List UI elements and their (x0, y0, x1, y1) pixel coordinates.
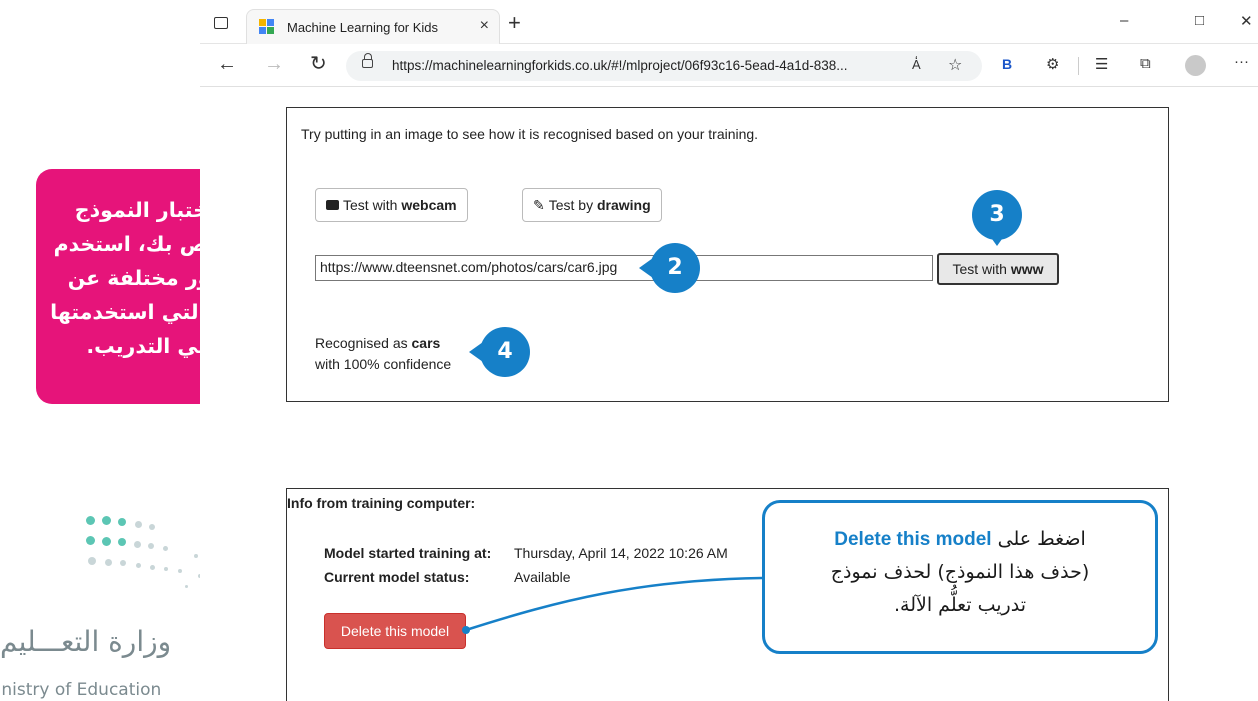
address-bar[interactable]: https://machinelearningforkids.co.uk/#!/… (346, 51, 982, 81)
logo-dot (133, 540, 141, 548)
logo-dot (118, 538, 126, 546)
result-label: cars (411, 335, 441, 351)
logo-dot (85, 515, 95, 525)
logo-dot (134, 520, 142, 528)
blue-callout-line-2: (حذف هذا النموذج) لحذف نموذج (830, 561, 1090, 583)
logo-dot (194, 554, 198, 558)
webcam-label-prefix: Test with (343, 197, 402, 213)
drawing-label-bold: drawing (596, 197, 651, 213)
blue-callout-line-3: تدريب تعلُّم الآلة. (894, 594, 1026, 616)
reload-button[interactable]: ↻ (310, 53, 327, 75)
logo-dot (85, 535, 95, 545)
profile-avatar[interactable] (1185, 55, 1206, 76)
logo-dot (101, 515, 111, 525)
logo-dot (148, 543, 154, 549)
logo-dot (118, 518, 126, 526)
bing-chat-icon[interactable]: B (1002, 56, 1012, 72)
logo-dot (120, 560, 126, 566)
logo-dot (101, 536, 111, 546)
logo-dot (184, 584, 188, 588)
logo-dot (135, 562, 141, 568)
test-webcam-button[interactable]: Test with webcam (315, 188, 468, 222)
navigation-toolbar: ← → ↻ https://machinelearningforkids.co.… (200, 44, 1258, 87)
blue-callout-ar: اضغط على (997, 528, 1086, 550)
logo-dot (104, 558, 112, 566)
delete-model-callout: اضغط على Delete this model (حذف هذا النم… (762, 500, 1158, 654)
blue-callout-line-1: اضغط على Delete this model (765, 523, 1155, 556)
logo-dot (164, 567, 168, 571)
extensions-icon[interactable]: ⚙ (1046, 55, 1059, 73)
test-drawing-button[interactable]: ✎ Test by drawing (522, 188, 662, 222)
step-badge-4: 4 (469, 327, 530, 377)
site-favicon-icon (259, 19, 275, 35)
logo-dot (149, 564, 155, 570)
browser-tab[interactable]: Machine Learning for Kids × (246, 9, 500, 44)
pencil-icon: ✎ (533, 197, 545, 213)
started-row: Model started training at: Thursday, Apri… (324, 545, 728, 561)
test-instruction: Try putting in an image to see how it is… (301, 126, 759, 142)
recognition-result: Recognised as cars with 100% confidence (315, 333, 451, 375)
logo-dot (149, 524, 155, 530)
test-panel: Try putting in an image to see how it is… (286, 107, 1169, 402)
new-tab-button[interactable]: + (508, 12, 521, 34)
url-text[interactable]: https://machinelearningforkids.co.uk/#!/… (392, 58, 848, 73)
ministry-name-english: Ministry of Education (0, 680, 162, 700)
maximize-button[interactable]: □ (1195, 12, 1204, 29)
close-window-button[interactable]: ✕ (1240, 12, 1253, 30)
collections-icon[interactable]: ⧉ (1140, 55, 1151, 72)
logo-dot (162, 545, 168, 551)
tab-actions-icon[interactable] (214, 17, 228, 29)
started-value: Thursday, April 14, 2022 10:26 AM (514, 545, 728, 561)
result-prefix: Recognised as (315, 335, 412, 351)
tab-bar: Machine Learning for Kids × + – □ ✕ (200, 0, 1258, 44)
status-label: Current model status: (324, 569, 470, 585)
test-www-button[interactable]: Test with www (937, 253, 1059, 285)
camera-icon (326, 200, 339, 210)
www-label-prefix: Test with (952, 261, 1011, 277)
logo-dot (178, 569, 182, 573)
favorites-icon[interactable]: ☰ (1095, 55, 1108, 73)
read-aloud-icon[interactable]: A̒ (912, 57, 921, 72)
more-menu-icon[interactable]: ··· (1234, 53, 1249, 70)
delete-model-button[interactable]: Delete this model (324, 613, 466, 649)
training-info-heading: Info from training computer: (287, 495, 476, 511)
started-label: Model started training at: (324, 545, 492, 561)
drawing-label-prefix: Test by (548, 197, 597, 213)
tab-close-icon[interactable]: × (480, 17, 489, 35)
lock-icon[interactable] (362, 53, 373, 68)
add-favorite-icon[interactable]: ☆ (948, 55, 962, 75)
status-row: Current model status: Available (324, 569, 571, 585)
step-badge-3: 3 (972, 190, 1022, 246)
minimize-button[interactable]: – (1120, 12, 1128, 29)
www-label-bold: www (1010, 261, 1044, 277)
blue-callout-en: Delete this model (834, 529, 992, 550)
ministry-name-arabic: وزارة التعـــليم (0, 625, 172, 658)
status-value: Available (514, 569, 571, 585)
tab-title: Machine Learning for Kids (287, 20, 439, 35)
forward-button[interactable]: → (264, 53, 284, 75)
webcam-label-bold: webcam (401, 197, 457, 213)
toolbar-divider (1078, 57, 1079, 75)
image-url-input[interactable]: https://www.dteensnet.com/photos/cars/ca… (315, 255, 933, 281)
back-button[interactable]: ← (217, 53, 237, 75)
step-badge-2: 2 (639, 243, 700, 293)
logo-dot (88, 557, 96, 565)
result-confidence: with 100% confidence (315, 356, 452, 372)
